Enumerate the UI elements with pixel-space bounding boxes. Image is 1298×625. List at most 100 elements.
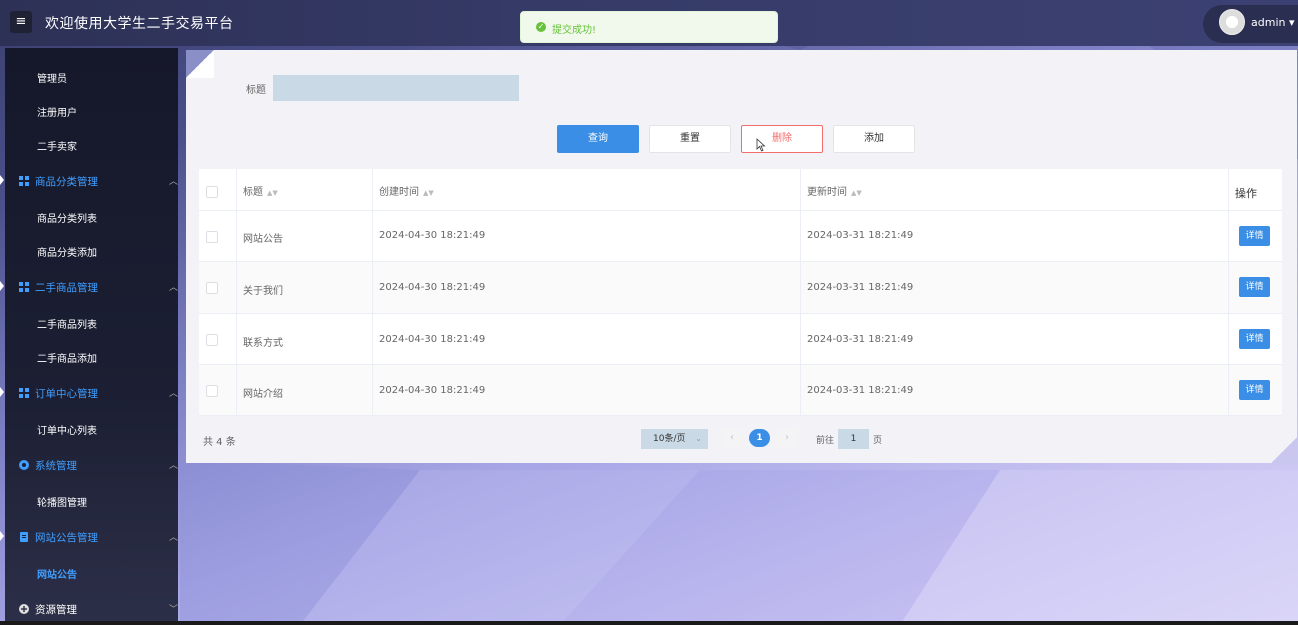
site-title: 欢迎使用大学生二手交易平台	[45, 16, 234, 32]
plus-circle-icon	[19, 604, 29, 614]
page-size-value: 10条/页	[653, 434, 686, 444]
avatar[interactable]	[1219, 9, 1245, 35]
sidebar-group-orders[interactable]: 订单中心管理 ︿	[5, 386, 192, 401]
row-checkbox[interactable]	[206, 231, 218, 243]
sidebar-item-admin[interactable]: 管理员	[5, 70, 210, 85]
sort-icon: ▲▼	[423, 189, 434, 197]
sidebar-item-registered-users[interactable]: 注册用户	[5, 104, 210, 119]
detail-button[interactable]: 详情	[1239, 277, 1270, 297]
sidebar-item-goods-list[interactable]: 二手商品列表	[5, 316, 210, 331]
row-created: 2024-04-30 18:21:49	[379, 334, 486, 345]
mouse-cursor-icon	[756, 138, 766, 152]
chevron-up-icon: ︿	[168, 461, 178, 471]
notice-table: 标题 ▲▼ 创建时间 ▲▼ 更新时间 ▲▼ 操作 网站公告 2024-04-30 18…	[199, 169, 1282, 416]
add-button[interactable]: 添加	[833, 125, 915, 153]
row-checkbox[interactable]	[206, 282, 218, 294]
sidebar-group-resources[interactable]: 资源管理 ﹀	[5, 602, 192, 617]
column-header-title[interactable]: 标题 ▲▼	[243, 183, 278, 198]
table-row-stripe	[199, 365, 1282, 416]
detail-button[interactable]: 详情	[1239, 226, 1270, 246]
row-title: 网站介绍	[243, 389, 283, 400]
row-title: 联系方式	[243, 338, 283, 349]
sidebar: 管理员 注册用户 二手卖家 商品分类管理 ︿ 商品分类列表 商品分类添加 二手商…	[0, 48, 178, 625]
select-all-checkbox[interactable]	[206, 186, 218, 198]
query-button[interactable]: 查询	[557, 125, 639, 153]
sidebar-item-category-add[interactable]: 商品分类添加	[5, 244, 210, 259]
sidebar-marker	[0, 281, 4, 291]
column-header-updated[interactable]: 更新时间 ▲▼	[807, 183, 862, 198]
row-updated: 2024-03-31 18:21:49	[807, 230, 914, 241]
delete-button[interactable]: 删除	[741, 125, 823, 153]
grid-icon	[19, 282, 29, 292]
row-title: 网站公告	[243, 234, 283, 245]
grid-icon	[19, 176, 29, 186]
sidebar-item-orders-list[interactable]: 订单中心列表	[5, 422, 210, 437]
sidebar-item-label: 商品分类添加	[37, 248, 97, 259]
sidebar-group-label: 系统管理	[35, 460, 77, 472]
username[interactable]: admin ▾	[1251, 16, 1295, 29]
user-menu[interactable]: admin ▾	[1203, 5, 1298, 43]
title-filter-input[interactable]	[273, 75, 519, 101]
goto-suffix: 页	[873, 436, 883, 446]
chevron-up-icon: ︿	[168, 177, 178, 187]
detail-button[interactable]: 详情	[1239, 329, 1270, 349]
detail-button[interactable]: 详情	[1239, 380, 1270, 400]
column-header-actions: 操作	[1235, 187, 1257, 200]
row-created: 2024-04-30 18:21:49	[379, 385, 486, 396]
sidebar-item-label: 二手卖家	[37, 142, 77, 153]
sort-icon: ▲▼	[851, 189, 862, 197]
sidebar-group-goods[interactable]: 二手商品管理 ︿	[5, 280, 192, 295]
sidebar-group-label: 二手商品管理	[35, 282, 98, 294]
sidebar-item-label: 管理员	[37, 74, 67, 85]
sidebar-group-label: 商品分类管理	[35, 176, 98, 188]
row-created: 2024-04-30 18:21:49	[379, 230, 486, 241]
sidebar-group-label: 订单中心管理	[35, 388, 98, 400]
sidebar-group-label: 资源管理	[35, 604, 77, 616]
sidebar-marker	[0, 175, 4, 185]
page-number-current[interactable]: 1	[749, 429, 770, 447]
chevron-up-icon: ︿	[168, 283, 178, 293]
sidebar-item-notice[interactable]: 网站公告	[5, 566, 210, 581]
table-row-stripe	[199, 262, 1282, 314]
sidebar-item-category-list[interactable]: 商品分类列表	[5, 210, 210, 225]
page-size-select[interactable]: 10条/页 ⌄	[641, 429, 708, 449]
chevron-up-icon: ︿	[168, 533, 178, 543]
column-header-created[interactable]: 创建时间 ▲▼	[379, 183, 434, 198]
bottom-edge	[0, 621, 1298, 625]
chevron-left-icon[interactable]: ‹	[722, 429, 742, 447]
sidebar-marker	[0, 531, 4, 541]
chevron-down-icon: ▾	[1288, 16, 1295, 29]
pagination-total: 共 4 条	[203, 437, 236, 448]
row-checkbox[interactable]	[206, 385, 218, 397]
toast-message: 提交成功!	[552, 25, 597, 36]
row-updated: 2024-03-31 18:21:49	[807, 334, 914, 345]
sidebar-group-notice[interactable]: 网站公告管理 ︿	[5, 530, 192, 545]
chevron-up-icon: ︿	[168, 389, 178, 399]
grid-icon	[19, 388, 29, 398]
chevron-down-icon: ⌄	[695, 434, 702, 443]
sort-icon: ▲▼	[267, 189, 278, 197]
title-filter-label: 标题	[246, 85, 266, 96]
sidebar-item-sellers[interactable]: 二手卖家	[5, 138, 210, 153]
panel-corner-decoration	[186, 50, 214, 78]
check-circle-icon: ✓	[536, 22, 546, 32]
sidebar-item-label: 注册用户	[37, 108, 77, 119]
sidebar-group-system[interactable]: 系统管理 ︿	[5, 458, 192, 473]
sidebar-item-label: 二手商品添加	[37, 354, 97, 365]
sidebar-group-label: 网站公告管理	[35, 532, 98, 544]
hamburger-icon[interactable]: ≡	[10, 11, 32, 33]
chevron-right-icon[interactable]: ›	[777, 429, 797, 447]
row-checkbox[interactable]	[206, 334, 218, 346]
sidebar-item-label: 商品分类列表	[37, 214, 97, 225]
goto-page-input[interactable]: 1	[838, 429, 869, 449]
goto-label: 前往	[816, 436, 835, 446]
sidebar-item-carousel[interactable]: 轮播图管理	[5, 494, 210, 509]
sidebar-marker	[0, 387, 4, 397]
success-toast: ✓ 提交成功!	[520, 11, 778, 43]
sidebar-group-category[interactable]: 商品分类管理 ︿	[5, 174, 192, 189]
panel-corner-decoration	[1270, 436, 1298, 464]
reset-button[interactable]: 重置	[649, 125, 731, 153]
gear-icon	[19, 460, 29, 470]
sidebar-item-label: 二手商品列表	[37, 320, 97, 331]
sidebar-item-goods-add[interactable]: 二手商品添加	[5, 350, 210, 365]
